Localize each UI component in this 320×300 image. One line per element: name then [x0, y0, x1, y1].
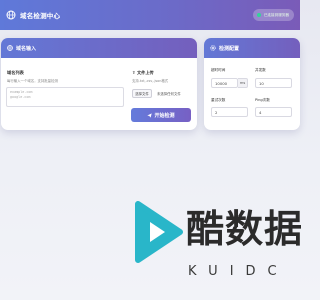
file-upload-title-text: 文件上传: [136, 70, 154, 75]
timeout-label: 超时时间: [211, 68, 226, 72]
domain-list-textarea[interactable]: example.com google.com: [6, 87, 124, 107]
settings-card-header: 检测配置: [204, 38, 300, 58]
file-upload-hint: 支持.txt,.csv,.json格式: [132, 79, 169, 83]
status-dot-icon: [256, 13, 261, 17]
connection-status-text: 已连接到服务器: [263, 12, 289, 17]
concurrency-input[interactable]: 10: [255, 78, 292, 88]
watermark-text: 酷数据: [186, 206, 304, 251]
globe-icon: [7, 45, 13, 51]
globe-icon: [6, 10, 16, 20]
domain-card-header: 域名输入: [1, 38, 197, 58]
timeout-unit: ms: [238, 78, 248, 88]
domain-card-title: 域名输入: [16, 45, 37, 52]
retry-label: 重试次数: [211, 98, 226, 102]
timeout-input[interactable]: 10000: [211, 78, 238, 88]
watermark: 酷数据 KUIDC: [130, 198, 304, 300]
domain-list-hint: 每行输入一个域名，支持批量检测: [7, 79, 58, 83]
choose-file-button[interactable]: 选择文件: [132, 89, 152, 98]
file-status-text: 未选择任何文件: [157, 92, 181, 96]
gear-icon: [210, 45, 216, 51]
app-title: 域名检测中心: [20, 12, 61, 20]
app-header: 域名检测中心 已连接到服务器: [0, 0, 300, 30]
ping-input[interactable]: 4: [255, 107, 292, 117]
file-upload-title: ⇪ 文件上传: [132, 70, 154, 76]
play-logo-icon: [135, 201, 183, 263]
upload-icon: ⇪: [132, 70, 136, 75]
send-icon: [147, 112, 153, 118]
retry-input[interactable]: 2: [211, 107, 248, 117]
concurrency-label: 并发数: [255, 68, 266, 72]
connection-status-badge: 已连接到服务器: [252, 9, 294, 21]
start-check-button[interactable]: 开始检测: [131, 108, 191, 122]
settings-card-title: 检测配置: [219, 45, 240, 52]
domain-list-title: 域名列表: [7, 70, 24, 75]
ping-label: Ping次数: [255, 98, 270, 102]
watermark-subtext: KUIDC: [188, 264, 289, 279]
start-check-label: 开始检测: [154, 112, 175, 119]
